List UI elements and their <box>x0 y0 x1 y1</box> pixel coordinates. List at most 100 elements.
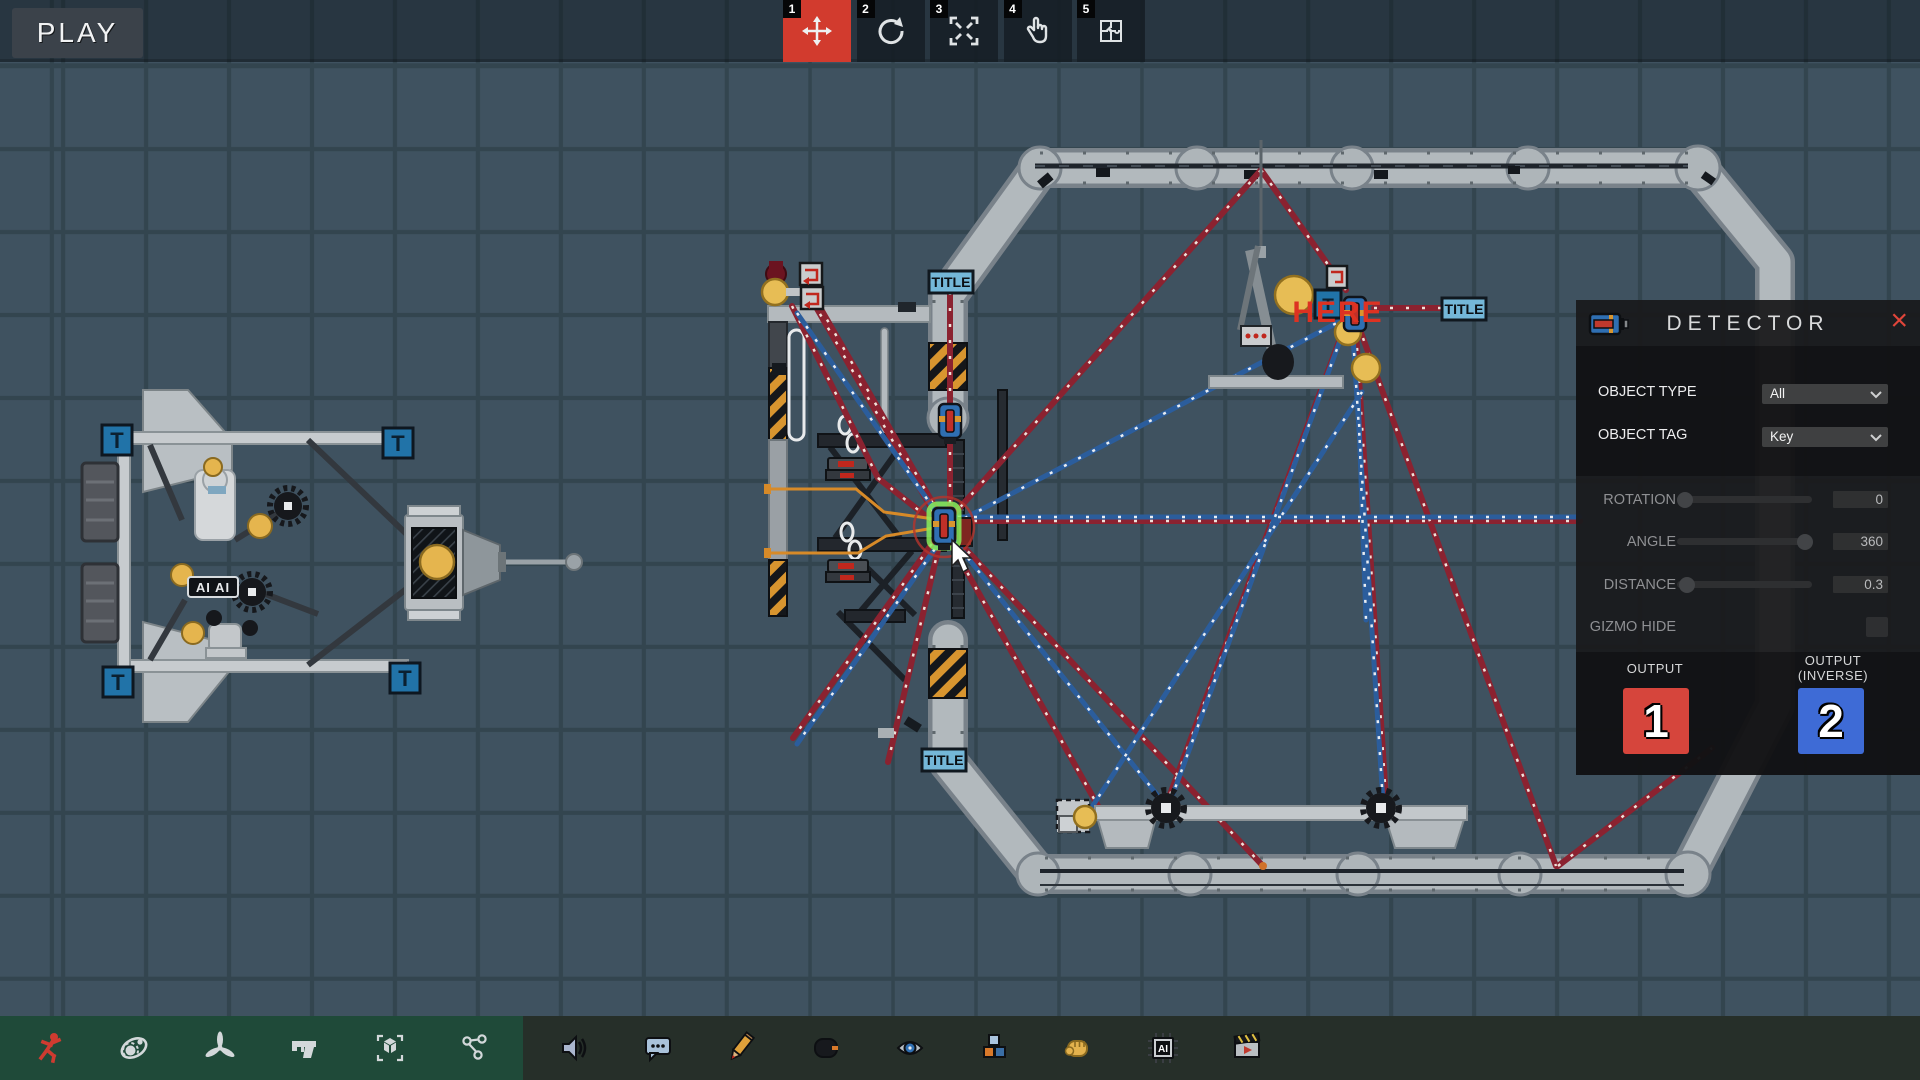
gizmo-hide-label: GIZMO HIDE <box>1576 619 1676 635</box>
output-inverse-button[interactable]: 2 <box>1798 688 1864 754</box>
puzzle-icon <box>1094 14 1128 48</box>
grab-hand-icon <box>1021 14 1055 48</box>
cutscene-clapper-icon[interactable] <box>1229 1030 1265 1066</box>
angle-slider[interactable] <box>1677 538 1812 545</box>
title-sign-2[interactable]: TITLE <box>1442 298 1486 320</box>
tool-rotate[interactable]: 2 <box>857 0 925 62</box>
scale-icon <box>947 14 981 48</box>
control-box <box>1241 326 1271 346</box>
hand <box>1074 806 1096 828</box>
launcher-2 <box>826 560 870 582</box>
gun-category-icon[interactable] <box>287 1030 323 1066</box>
close-icon[interactable]: × <box>1890 306 1908 336</box>
frame-bar-bottom <box>118 660 408 672</box>
chevron-down-icon <box>1870 434 1882 442</box>
t-block-letter: T <box>391 431 405 456</box>
tool-number-badge: 2 <box>857 0 875 18</box>
output-inverse-line1: OUTPUT <box>1781 653 1885 668</box>
tool-grab[interactable]: 4 <box>1004 0 1072 62</box>
panel-header: DETECTOR × <box>1576 300 1920 346</box>
rotate-box-1[interactable] <box>800 263 822 285</box>
volume-icon[interactable] <box>556 1030 592 1066</box>
output-label: OUTPUT <box>1603 661 1707 676</box>
output-button[interactable]: 1 <box>1623 688 1689 754</box>
move-icon <box>800 14 834 48</box>
object-type-label: OBJECT TYPE <box>1598 384 1697 400</box>
connections-category-icon[interactable] <box>457 1030 493 1066</box>
rope-network <box>764 170 1712 870</box>
title-sign-text: TITLE <box>1445 301 1484 317</box>
rotation-slider[interactable] <box>1677 496 1812 503</box>
propeller-category-icon[interactable] <box>202 1030 238 1066</box>
blocks-icon[interactable] <box>976 1030 1012 1066</box>
rotation-value[interactable]: 0 <box>1833 491 1888 508</box>
distance-value[interactable]: 0.3 <box>1833 576 1888 593</box>
tool-number-badge: 1 <box>783 0 801 18</box>
bottom-bar: AI <box>0 1016 1920 1080</box>
hazard-pole-lower <box>769 560 787 616</box>
tool-prefab[interactable]: 5 <box>1077 0 1145 62</box>
t-block-1[interactable]: T <box>102 425 132 455</box>
blue-rope-arrows <box>797 313 1580 810</box>
title-sign-1[interactable]: TITLE <box>929 271 973 293</box>
title-sign-3[interactable]: TITLE <box>922 749 966 771</box>
play-button[interactable]: PLAY <box>12 8 143 58</box>
tool-number-badge: 4 <box>1004 0 1022 18</box>
machinery-category-icon[interactable] <box>116 1030 152 1066</box>
tool-scale[interactable]: 3 <box>930 0 998 62</box>
object-tag-label: OBJECT TAG <box>1598 427 1687 443</box>
detector-panel: DETECTOR × OBJECT TYPE All OBJECT TAG Ke… <box>1576 300 1920 775</box>
ai-chip[interactable]: AI AI <box>188 577 238 597</box>
hazard-stripe-lower <box>929 649 967 698</box>
output-inverse-label: OUTPUT (INVERSE) <box>1781 653 1885 683</box>
bottom-cart[interactable] <box>1095 790 1467 848</box>
t-block-4[interactable]: T <box>390 663 420 693</box>
cart-wheel-1 <box>1148 790 1184 826</box>
rotate-box-3[interactable] <box>1327 266 1347 288</box>
hazard-pole-upper <box>769 368 787 440</box>
selected-box[interactable] <box>1057 800 1096 832</box>
belt-icon[interactable] <box>808 1030 844 1066</box>
human-category-icon[interactable] <box>31 1030 67 1066</box>
tool-move[interactable]: 1 <box>783 0 851 62</box>
rod-ball <box>566 554 582 570</box>
rope-loop <box>789 330 804 440</box>
rotate-box-2[interactable] <box>801 287 823 309</box>
t-block-3[interactable]: T <box>103 667 133 697</box>
dialogue-icon[interactable] <box>640 1030 676 1066</box>
selected-detector[interactable] <box>914 497 974 557</box>
t-block-letter: T <box>111 670 125 695</box>
tool-number-badge: 3 <box>930 0 948 18</box>
character-head <box>762 279 788 305</box>
hand-icon[interactable] <box>1060 1030 1096 1066</box>
visibility-eye-icon[interactable] <box>893 1030 929 1066</box>
pulley-cluster[interactable] <box>762 261 823 309</box>
dark-wheel <box>1262 344 1294 380</box>
angle-value[interactable]: 360 <box>1833 533 1888 550</box>
title-sign-text: TITLE <box>932 274 971 290</box>
prefab-cube-category-icon[interactable] <box>372 1030 408 1066</box>
robot-pilot[interactable]: AI AI <box>171 458 306 658</box>
rope-end-tip <box>1259 862 1267 870</box>
title-sign-text: TITLE <box>925 752 964 768</box>
gizmo-hide-checkbox[interactable] <box>1866 617 1888 637</box>
t-block-2[interactable]: T <box>383 428 413 458</box>
launcher-1 <box>826 458 870 480</box>
rotation-slider-knob[interactable] <box>1677 492 1693 508</box>
ai-chip-icon[interactable]: AI <box>1145 1030 1181 1066</box>
object-type-dropdown[interactable]: All <box>1762 384 1888 404</box>
object-tag-value: Key <box>1770 429 1793 444</box>
panel-title: DETECTOR <box>1576 312 1920 336</box>
distance-slider[interactable] <box>1677 581 1812 588</box>
pencil-icon[interactable] <box>724 1030 760 1066</box>
piston-assembly[interactable] <box>405 506 582 620</box>
here-text: HERE <box>1292 296 1383 329</box>
object-tag-dropdown[interactable]: Key <box>1762 427 1888 447</box>
distance-slider-knob[interactable] <box>1679 577 1695 593</box>
left-machine[interactable]: T T T T <box>82 390 582 722</box>
output-inverse-line2: (INVERSE) <box>1781 668 1885 683</box>
detector-2[interactable] <box>939 404 961 444</box>
distance-label: DISTANCE <box>1576 577 1676 593</box>
angle-slider-knob[interactable] <box>1797 534 1813 550</box>
engine-blocks <box>82 463 118 642</box>
